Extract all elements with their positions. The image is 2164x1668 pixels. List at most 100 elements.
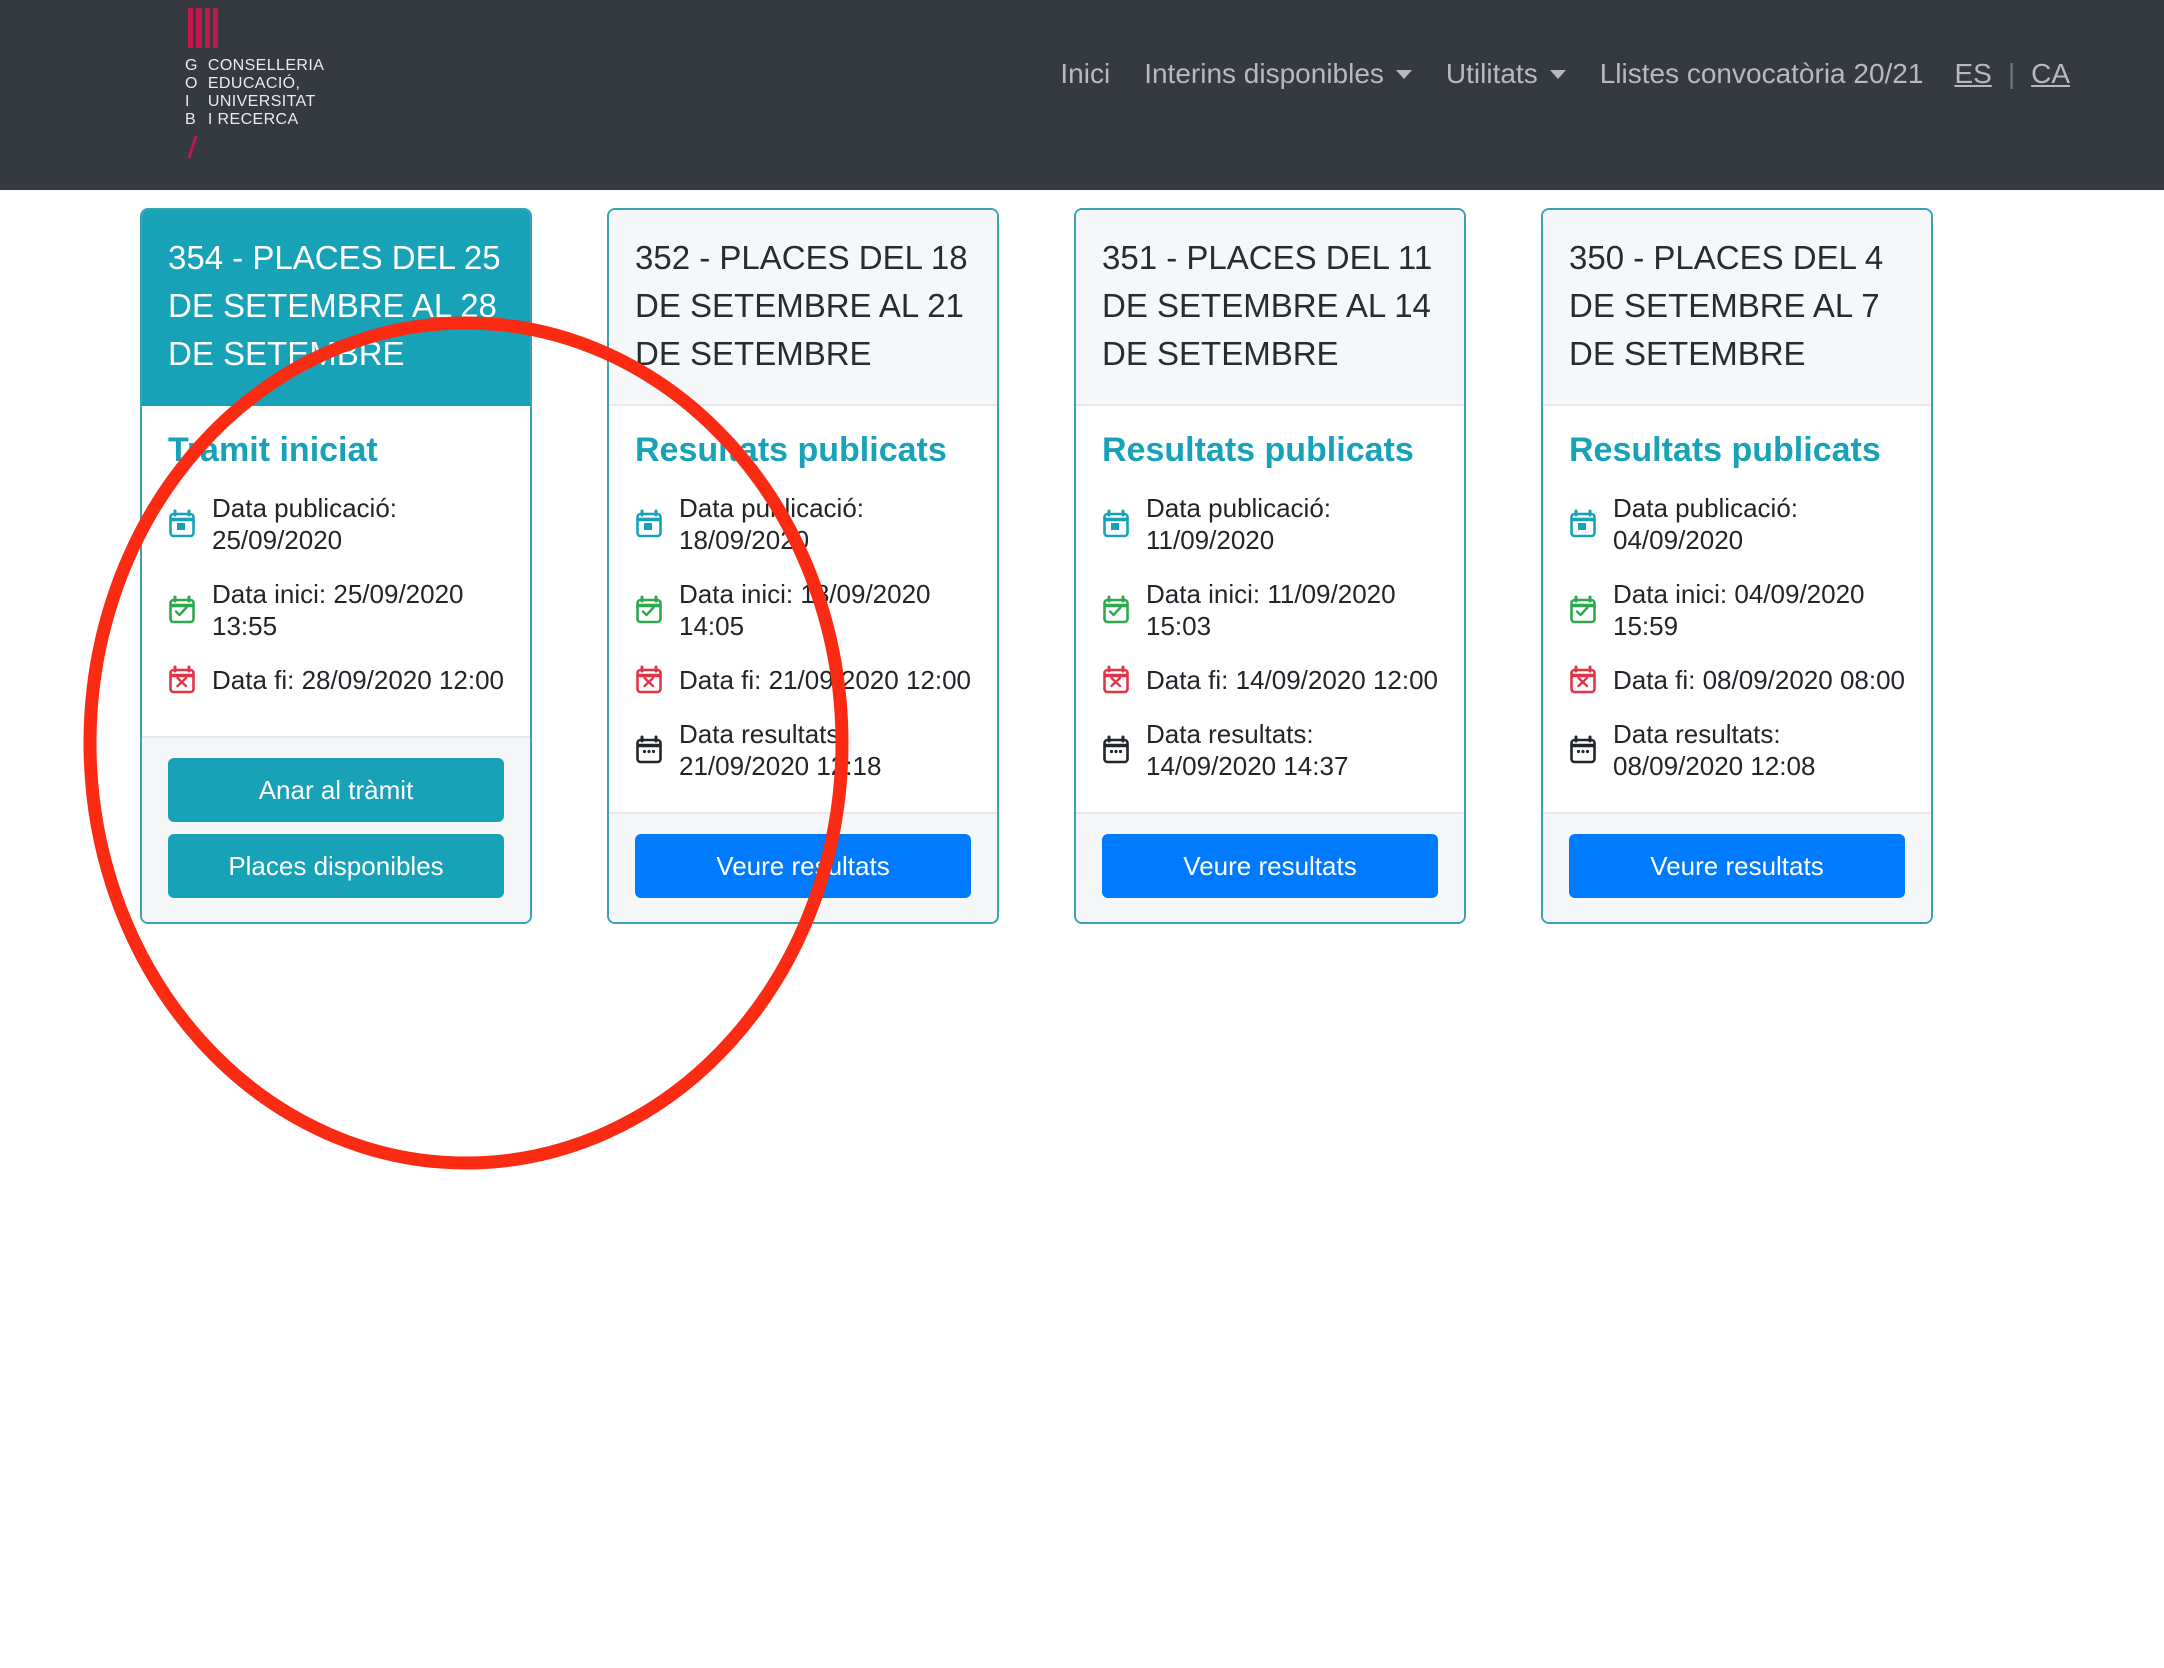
meta-row: Data resultats: 21/09/2020 12:18 (635, 718, 971, 782)
calendar-x-icon (635, 665, 663, 695)
top-navbar: G O I B CONSELLERIA EDUCACIÓ, UNIVERSITA… (0, 0, 2164, 190)
nav-utilitats-label: Utilitats (1445, 58, 1538, 89)
meta-row: Data publicació: 25/09/2020 (168, 492, 504, 556)
status-label: Resultats publicats (1102, 431, 1414, 469)
status-label: Resultats publicats (1569, 431, 1881, 469)
places-disponibles-button[interactable]: Places disponibles (168, 834, 504, 898)
main-content: 354 - PLACES DEL 25 DE SETEMBRE AL 28 DE… (0, 190, 2164, 1170)
place-card-350: 350 - PLACES DEL 4 DE SETEMBRE AL 7 DE S… (1541, 208, 1933, 924)
meta-row: Data resultats: 14/09/2020 14:37 (1102, 718, 1438, 782)
brand-word-universitat: UNIVERSITAT (207, 93, 316, 110)
brand-text: G O I B CONSELLERIA EDUCACIÓ, UNIVERSITA… (185, 57, 324, 129)
status-label: Resultats publicats (635, 431, 947, 469)
card-footer: Veure resultats (609, 812, 997, 922)
nav-llistes-convocatoria[interactable]: Llistes convocatòria 20/21 (1583, 58, 1941, 90)
card-body: Resultats publicats Data publicació: 18/0… (609, 406, 997, 812)
meta-label: Data inici: 11/09/2020 15:03 (1146, 579, 1396, 641)
brand-word-educacio: EDUCACIÓ, (207, 75, 301, 92)
brand-word-recerca: I RECERCA (207, 111, 299, 128)
card-footer: Anar al tràmit Places disponibles (142, 736, 530, 922)
meta-row: Data publicació: 04/09/2020 (1569, 492, 1905, 556)
anar-al-tramit-button[interactable]: Anar al tràmit (168, 758, 504, 822)
calendar-dots-icon (1569, 735, 1597, 765)
card-grid: 354 - PLACES DEL 25 DE SETEMBRE AL 28 DE… (0, 190, 2164, 946)
lang-ca-link[interactable]: CA (2017, 58, 2084, 90)
nav-utilitats[interactable]: Utilitats (1429, 58, 1583, 90)
card-body: Resultats publicats Data publicació: 11/0… (1076, 406, 1464, 812)
nav-interins-disponibles-label: Interins disponibles (1144, 58, 1384, 89)
lang-separator: | (2007, 58, 2016, 89)
meta-label: Data publicació: 11/09/2020 (1146, 493, 1331, 555)
meta-label: Data publicació: 25/09/2020 (212, 493, 397, 555)
meta-row: Data fi: 28/09/2020 12:00 (168, 664, 504, 696)
place-card-352: 352 - PLACES DEL 18 DE SETEMBRE AL 21 DE… (607, 208, 999, 924)
brand-word-conselleria: CONSELLERIA (207, 57, 325, 74)
meta-row: Data inici: 18/09/2020 14:05 (635, 578, 971, 642)
brand-initials: G O I B (185, 57, 198, 129)
meta-label: Data resultats: 21/09/2020 12:18 (679, 719, 882, 781)
calendar-x-icon (168, 665, 196, 695)
place-card-351: 351 - PLACES DEL 11 DE SETEMBRE AL 14 DE… (1074, 208, 1466, 924)
calendar-event-icon (1569, 509, 1597, 539)
nav-inici[interactable]: Inici (1043, 58, 1127, 90)
meta-label: Data inici: 25/09/2020 13:55 (212, 579, 464, 641)
calendar-x-icon (1569, 665, 1597, 695)
calendar-event-icon (635, 509, 663, 539)
meta-row: Data publicació: 18/09/2020 (635, 492, 971, 556)
meta-label: Data publicació: 04/09/2020 (1613, 493, 1798, 555)
calendar-event-icon (1102, 509, 1130, 539)
meta-label: Data publicació: 18/09/2020 (679, 493, 864, 555)
nav-inici-label: Inici (1060, 58, 1111, 89)
card-body: Tràmit iniciat Data publicació: 25/09/202… (142, 406, 530, 736)
place-card-354: 354 - PLACES DEL 25 DE SETEMBRE AL 28 DE… (140, 208, 532, 924)
calendar-dots-icon (635, 735, 663, 765)
card-body: Resultats publicats Data publicació: 04/0… (1543, 406, 1931, 812)
card-footer: Veure resultats (1076, 812, 1464, 922)
card-title: 351 - PLACES DEL 11 DE SETEMBRE AL 14 DE… (1076, 210, 1464, 406)
chevron-down-icon (1549, 69, 1566, 79)
brand-words: CONSELLERIA EDUCACIÓ, UNIVERSITAT I RECE… (208, 57, 324, 129)
meta-label: Data inici: 18/09/2020 14:05 (679, 579, 931, 641)
meta-row: Data fi: 08/09/2020 08:00 (1569, 664, 1905, 696)
calendar-event-icon (168, 509, 196, 539)
meta-label: Data resultats: 14/09/2020 14:37 (1146, 719, 1349, 781)
meta-row: Data resultats: 08/09/2020 12:08 (1569, 718, 1905, 782)
calendar-check-icon (1102, 595, 1130, 625)
status-label: Tràmit iniciat (168, 431, 378, 469)
card-title: 350 - PLACES DEL 4 DE SETEMBRE AL 7 DE S… (1543, 210, 1931, 406)
brand-initial-b: B (185, 111, 197, 128)
veure-resultats-button[interactable]: Veure resultats (1569, 834, 1905, 898)
veure-resultats-button[interactable]: Veure resultats (1102, 834, 1438, 898)
card-title: 354 - PLACES DEL 25 DE SETEMBRE AL 28 DE… (142, 210, 530, 406)
meta-label: Data inici: 04/09/2020 15:59 (1613, 579, 1865, 641)
meta-label: Data fi: 14/09/2020 12:00 (1146, 665, 1439, 695)
calendar-check-icon (635, 595, 663, 625)
meta-label: Data fi: 08/09/2020 08:00 (1613, 665, 1906, 695)
brand-initial-i: I (185, 93, 190, 110)
meta-row: Data fi: 14/09/2020 12:00 (1102, 664, 1438, 696)
meta-row: Data inici: 04/09/2020 15:59 (1569, 578, 1905, 642)
meta-row: Data inici: 25/09/2020 13:55 (168, 578, 504, 642)
calendar-x-icon (1102, 665, 1130, 695)
meta-label: Data fi: 21/09/2020 12:00 (679, 665, 972, 695)
chevron-down-icon (1395, 69, 1412, 79)
veure-resultats-button[interactable]: Veure resultats (635, 834, 971, 898)
calendar-check-icon (1569, 595, 1597, 625)
balearic-shield-icon (188, 8, 218, 48)
meta-row: Data inici: 11/09/2020 15:03 (1102, 578, 1438, 642)
brand-accent-mark (187, 136, 198, 158)
meta-row: Data fi: 21/09/2020 12:00 (635, 664, 971, 696)
card-footer: Veure resultats (1543, 812, 1931, 922)
meta-label: Data resultats: 08/09/2020 12:08 (1613, 719, 1816, 781)
nav-links: Inici Interins disponibles Utilitats Lli… (1043, 58, 2084, 90)
card-title: 352 - PLACES DEL 18 DE SETEMBRE AL 21 DE… (609, 210, 997, 406)
meta-row: Data publicació: 11/09/2020 (1102, 492, 1438, 556)
nav-llistes-convocatoria-label: Llistes convocatòria 20/21 (1599, 58, 1924, 89)
nav-interins-disponibles[interactable]: Interins disponibles (1127, 58, 1429, 90)
lang-es-link[interactable]: ES (1940, 58, 2005, 90)
brand-initial-g: G (185, 57, 198, 74)
meta-label: Data fi: 28/09/2020 12:00 (212, 665, 505, 695)
goib-logo[interactable]: G O I B CONSELLERIA EDUCACIÓ, UNIVERSITA… (185, 8, 324, 158)
calendar-dots-icon (1102, 735, 1130, 765)
brand-initial-o: O (185, 75, 198, 92)
